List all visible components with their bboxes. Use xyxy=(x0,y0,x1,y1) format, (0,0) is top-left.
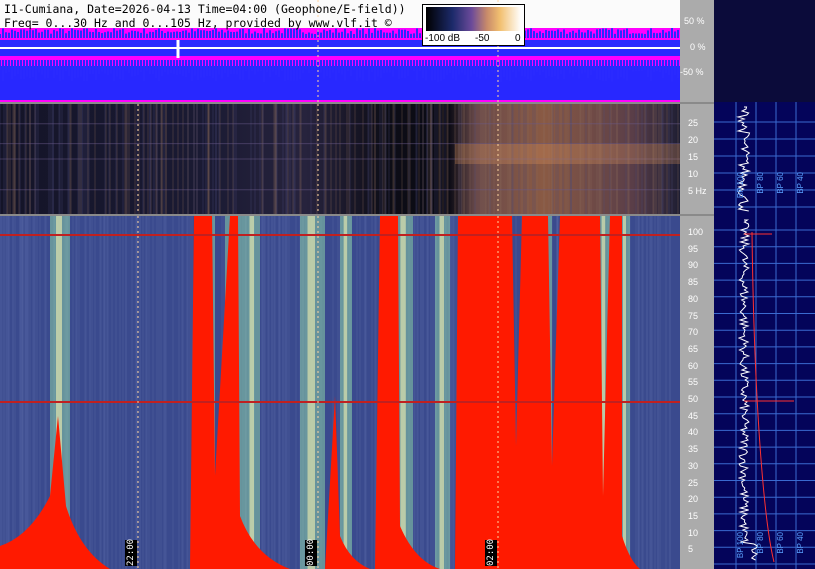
colorbar-tick-max: 0 xyxy=(515,33,521,44)
spec30-tick-0: 25 xyxy=(688,118,699,128)
spectrogram-105hz-axis: 100 95 90 85 80 75 70 65 60 55 50 45 40 35 30 25 20 15 10 5 xyxy=(680,216,714,569)
amplitude-axis: 50 % 0 % -50 % xyxy=(680,0,714,102)
spec30-tick-1: 20 xyxy=(688,135,699,145)
spectrum-panel: BP 100 BP 80 BP 60 BP 40 BP 100 BP 80 BP… xyxy=(714,102,815,569)
bp-bottom-60: BP 60 xyxy=(776,532,785,554)
spec105-tick-12: 40 xyxy=(688,427,699,438)
colorbar-tick-min: -100 dB xyxy=(425,33,461,44)
amplitude-panel: I1-Cumiana, Date=2026-04-13 Time=04:00 (… xyxy=(0,0,680,102)
spec105-tick-15: 25 xyxy=(688,477,699,488)
bp-bottom-40: BP 40 xyxy=(796,532,805,554)
bp-top-80: BP 80 xyxy=(756,172,765,194)
spec30-tick-4: 5 Hz xyxy=(688,186,707,196)
spec30-tick-2: 15 xyxy=(688,152,699,162)
spec105-tick-3: 85 xyxy=(688,277,699,288)
bp-bottom-80: BP 80 xyxy=(756,532,765,554)
amp-tick-0: 0 % xyxy=(690,42,706,52)
colorbar-legend: -100 dB -50 0 xyxy=(422,4,525,46)
spec105-tick-0: 100 xyxy=(688,227,704,237)
spec105-tick-2: 90 xyxy=(688,260,699,271)
colorbar-gradient xyxy=(426,7,521,31)
spec105-tick-18: 10 xyxy=(688,527,699,538)
spectrogram-30hz-texture xyxy=(0,104,680,214)
spec105-tick-10: 50 xyxy=(688,394,699,404)
spec105-tick-8: 60 xyxy=(688,360,699,371)
frequency-caption: Freq= 0...30 Hz and 0...105 Hz, provided… xyxy=(4,16,392,30)
spec105-tick-14: 30 xyxy=(688,460,699,471)
time-label-22: 22:00 xyxy=(125,538,137,566)
amp-tick-minus50: -50 % xyxy=(680,67,704,77)
bp-bottom-100: BP 100 xyxy=(736,532,745,559)
spectrogram-30hz xyxy=(0,104,680,214)
spec30-tick-3: 10 xyxy=(688,169,699,179)
bp-top-40: BP 40 xyxy=(796,172,805,194)
time-label-00: 00:00 xyxy=(305,538,317,566)
spec105-tick-19: 5 xyxy=(688,544,694,555)
spec105-tick-16: 20 xyxy=(688,494,699,505)
station-title: I1-Cumiana, Date=2026-04-13 Time=04:00 (… xyxy=(4,2,406,16)
vlf-monitor-view: I1-Cumiana, Date=2026-04-13 Time=04:00 (… xyxy=(0,0,815,569)
spec105-tick-6: 70 xyxy=(688,327,699,338)
bp-top-100: BP 100 xyxy=(736,172,745,199)
colorbar-tick-mid: -50 xyxy=(475,33,490,44)
spec105-tick-4: 80 xyxy=(688,293,699,304)
spectrogram-105hz-texture xyxy=(0,216,680,569)
spec105-tick-17: 15 xyxy=(688,510,699,521)
spec105-tick-5: 75 xyxy=(688,310,699,321)
spectrogram-30hz-axis: 25 20 15 10 5 Hz xyxy=(680,104,714,214)
time-label-02: 02:00 xyxy=(485,538,497,566)
spec105-tick-9: 55 xyxy=(688,377,699,388)
spec105-tick-11: 45 xyxy=(688,410,699,421)
spec105-tick-7: 65 xyxy=(688,343,699,354)
spectrogram-105hz xyxy=(0,216,680,569)
spec105-tick-13: 35 xyxy=(688,444,699,455)
spec105-tick-1: 95 xyxy=(688,243,699,254)
amp-tick-50: 50 % xyxy=(684,16,705,26)
bp-top-60: BP 60 xyxy=(776,172,785,194)
